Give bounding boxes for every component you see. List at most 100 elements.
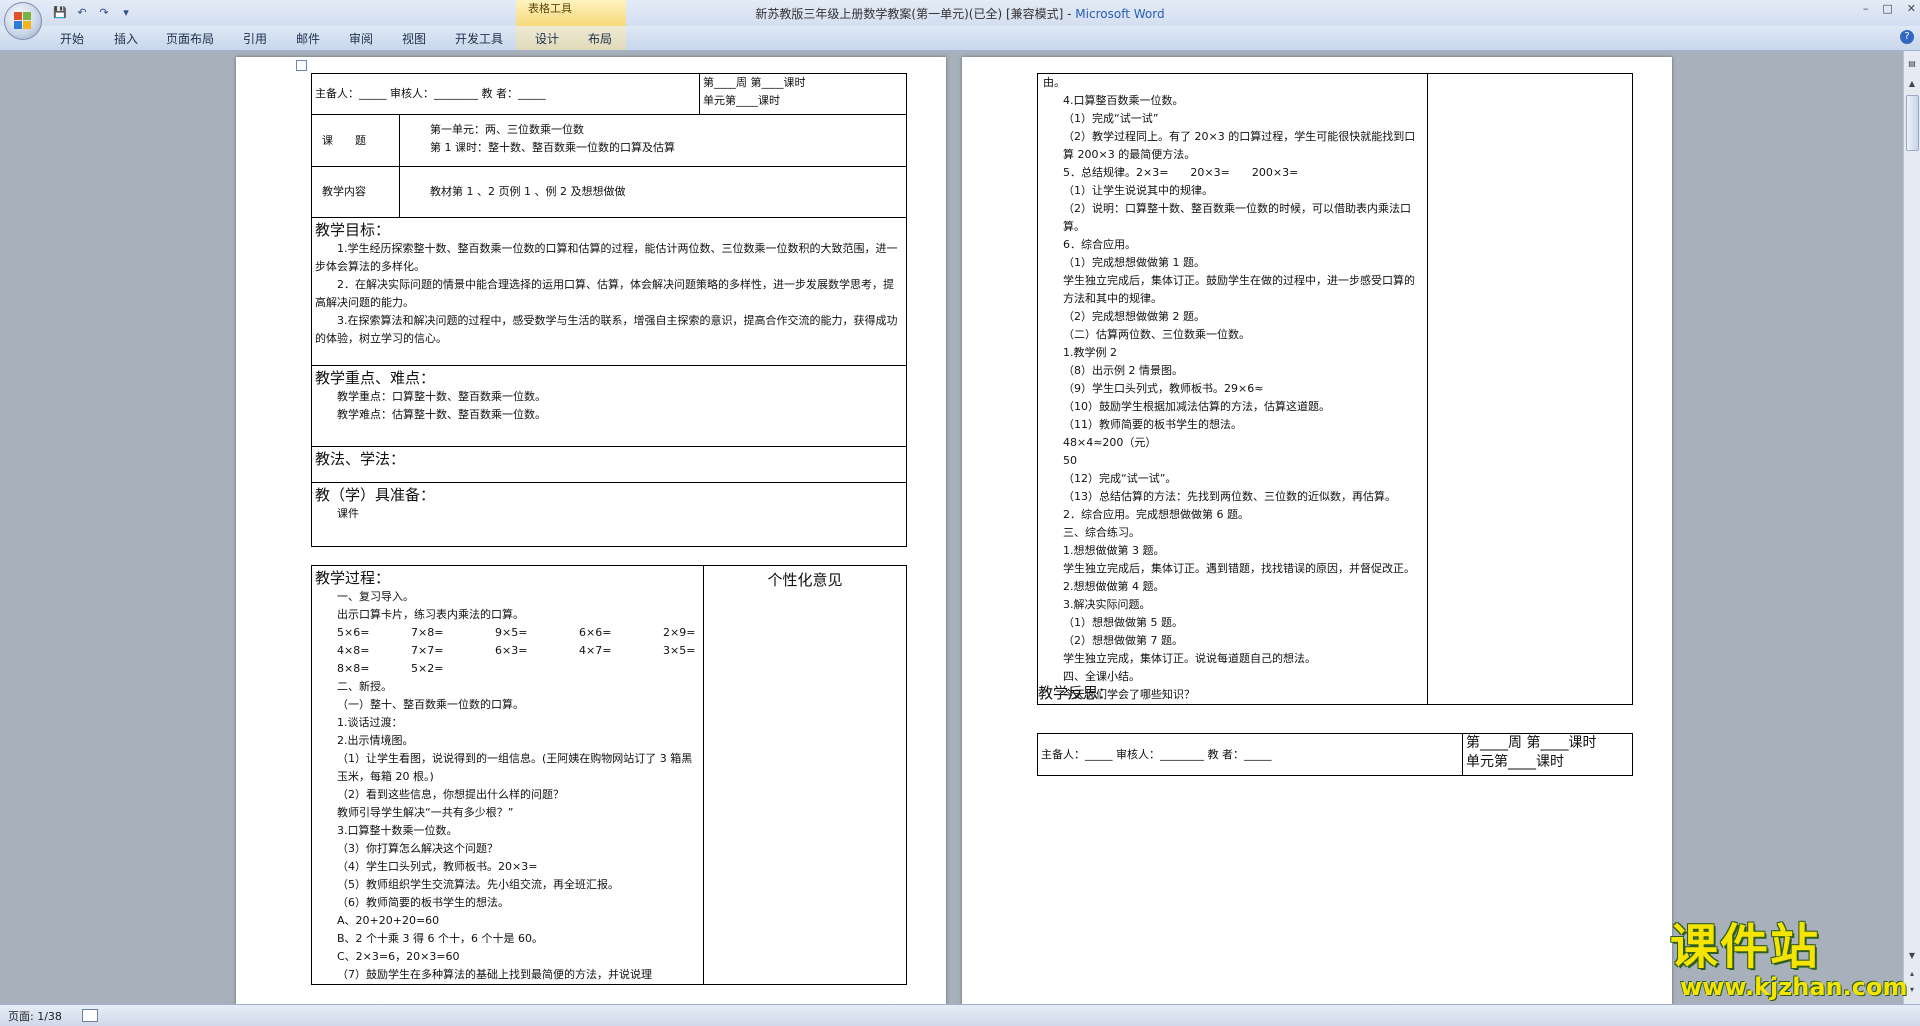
process-line: 1.教学例 2 — [1063, 346, 1117, 359]
process-line: 50 — [1063, 454, 1077, 467]
keypoint-item: 教学难点：估算整十数、整百数乘一位数。 — [337, 408, 546, 421]
tools-value: 课件 — [337, 507, 359, 520]
restore-icon[interactable]: □ — [1882, 2, 1892, 15]
process-line: 二、新授。 — [337, 680, 392, 693]
process-line: 2.出示情境图。 — [337, 734, 414, 747]
tab-page-layout[interactable]: 页面布局 — [166, 30, 214, 47]
process-line: （12）完成“试一试”。 — [1063, 472, 1177, 485]
process-line: 5．总结规律。2×3= 20×3= 200×3= — [1063, 166, 1299, 179]
content-value: 教材第 1 、2 页例 1 、例 2 及想想做做 — [430, 185, 626, 198]
footer-table: 主备人：_____ 审核人：________ 教 者：_____ 第____周 … — [1037, 733, 1633, 776]
tab-references[interactable]: 引用 — [243, 30, 267, 47]
goals-cell[interactable]: 教学目标： 1.学生经历探索整十数、整百数乘一位数的口算和估算的过程，能估计两位… — [311, 217, 907, 366]
vertical-scrollbar[interactable]: ▤ ▲ ▼ ▴ ▾ — [1903, 51, 1920, 1004]
method-cell[interactable]: 教法、学法： — [311, 446, 907, 483]
process-line: （二）估算两位数、三位数乘一位数。 — [1063, 328, 1250, 341]
process-line: （5）教师组织学生交流算法。先小组交流，再全班汇报。 — [337, 878, 619, 891]
footer-unit: 单元第____课时 — [1466, 754, 1564, 770]
process-line: 学生独立完成后，集体订正。遇到错题，找找错误的原因，并督促改正。 — [1063, 562, 1415, 575]
process-line: （1）完成“试一试” — [1063, 112, 1159, 125]
next-page-icon[interactable]: ▾ — [1907, 985, 1917, 995]
reflection-title: 教学反思： — [1038, 684, 1114, 702]
office-button[interactable] — [4, 2, 42, 40]
process-line: （2）教学过程同上。有了 20×3 的口算过程，学生可能很快就能找到口算 200… — [1063, 130, 1416, 161]
process-line: （8）出示例 2 情景图。 — [1063, 364, 1183, 377]
scroll-up-icon[interactable]: ▲ — [1907, 79, 1917, 89]
topic-line: 第 1 课时：整十数、整百数乘一位数的口算及估算 — [430, 141, 675, 154]
oral-item: 6×3= — [495, 644, 528, 657]
ruler-toggle-icon[interactable]: ▤ — [1907, 59, 1917, 69]
process-line: C、2×3=6，20×3=60 — [337, 950, 460, 963]
method-title: 教法、学法： — [315, 450, 406, 468]
scroll-down-icon[interactable]: ▼ — [1907, 951, 1917, 961]
tab-insert[interactable]: 插入 — [114, 30, 138, 47]
process-line: （10）鼓励学生根据加减法估算的方法，估算这道题。 — [1063, 400, 1330, 413]
previous-page-icon[interactable]: ▴ — [1907, 969, 1917, 979]
oral-item: 4×7= — [579, 644, 612, 657]
continued-opinion-cell[interactable] — [1427, 73, 1633, 705]
topic-line: 第一单元：两、三位数乘一位数 — [430, 123, 584, 136]
oral-item: 5×2= — [411, 662, 444, 675]
minimize-icon[interactable]: – — [1863, 2, 1869, 15]
tools-cell[interactable]: 教（学）具准备： 课件 — [311, 482, 907, 547]
week-cell[interactable]: 第____周 第____课时 单元第____课时 — [699, 73, 907, 115]
scroll-thumb[interactable] — [1906, 95, 1919, 151]
continued-process-cell[interactable]: 由。 4.口算整百数乘一位数。 （1）完成“试一试” （2）教学过程同上。有了 20×… — [1037, 73, 1428, 705]
oral-item: 9×5= — [495, 626, 528, 639]
page-1: 主备人：_____ 审核人：________ 教 者：_____ 第____周 … — [236, 57, 946, 1004]
process-line: 1.谈话过渡： — [337, 716, 403, 729]
page-2: 由。 4.口算整百数乘一位数。 （1）完成“试一试” （2）教学过程同上。有了 20×… — [962, 57, 1672, 1004]
process-line: 3.口算整十数乘一位数。 — [337, 824, 458, 837]
process-line: （1）让学生说说其中的规律。 — [1063, 184, 1213, 197]
office-logo-icon — [14, 12, 32, 30]
keypoint-item: 教学重点：口算整十数、整百数乘一位数。 — [337, 390, 546, 403]
help-icon[interactable]: ? — [1900, 30, 1914, 44]
footer-week-cell[interactable]: 第____周 第____课时 单元第____课时 — [1462, 733, 1633, 776]
process-cell[interactable]: 教学过程： 一、复习导入。 出示口算卡片，练习表内乘法的口算。 5×6= 7×8=… — [311, 565, 704, 985]
page-count[interactable]: 页面: 1/38 — [8, 1008, 62, 1024]
process-line: 出示口算卡片，练习表内乘法的口算。 — [337, 608, 524, 621]
oral-item: 6×6= — [579, 626, 612, 639]
continued-table: 由。 4.口算整百数乘一位数。 （1）完成“试一试” （2）教学过程同上。有了 20×… — [1037, 73, 1633, 705]
window-controls: – □ ✕ — [1863, 2, 1916, 15]
topic-value-cell[interactable]: 第一单元：两、三位数乘一位数 第 1 课时：整十数、整百数乘一位数的口算及估算 — [399, 114, 907, 167]
process-table: 教学过程： 一、复习导入。 出示口算卡片，练习表内乘法的口算。 5×6= 7×8=… — [311, 565, 907, 985]
process-line: （1）让学生看图，说说得到的一组信息。(王阿姨在购物网站订了 3 箱黑玉米，每箱… — [337, 752, 693, 783]
personal-opinion-cell[interactable]: 个性化意见 — [703, 565, 907, 985]
goal-item: 2．在解决实际问题的情景中能合理选择的运用口算、估算，体会解决问题策略的多样性，… — [315, 278, 894, 309]
oral-item: 8×8= — [337, 662, 370, 675]
oral-item: 3×5= — [663, 644, 696, 657]
process-line: 48×4≈200（元） — [1063, 436, 1157, 449]
footer-week: 第____周 第____课时 — [1466, 735, 1597, 751]
process-line: 由。 — [1043, 76, 1065, 89]
proofing-icon[interactable] — [82, 1009, 98, 1022]
footer-preparer-cell[interactable]: 主备人：_____ 审核人：________ 教 者：_____ — [1037, 733, 1463, 776]
process-line: （4）学生口头列式，教师板书。20×3= — [337, 860, 538, 873]
oral-item: 7×7= — [411, 644, 444, 657]
content-label-cell: 教学内容 — [311, 166, 400, 218]
table-move-handle[interactable] — [296, 60, 307, 71]
process-line: （2）想想做做第 7 题。 — [1063, 634, 1183, 647]
process-line: 2.想想做做第 4 题。 — [1063, 580, 1165, 593]
oral-item: 5×6= — [337, 626, 370, 639]
tab-mailings[interactable]: 邮件 — [296, 30, 320, 47]
process-line: （13）总结估算的方法：先找到两位数、三位数的近似数，再估算。 — [1063, 490, 1396, 503]
topic-label-cell: 课 题 — [311, 114, 400, 167]
content-value-cell[interactable]: 教材第 1 、2 页例 1 、例 2 及想想做做 — [399, 166, 907, 218]
tools-title: 教（学）具准备： — [315, 486, 436, 504]
process-line: （1）完成想想做做第 1 题。 — [1063, 256, 1205, 269]
tab-review[interactable]: 审阅 — [349, 30, 373, 47]
close-icon[interactable]: ✕ — [1907, 2, 1916, 15]
tab-developer[interactable]: 开发工具 — [455, 30, 503, 47]
process-line: （9）学生口头列式，教师板书。29×6≈ — [1063, 382, 1264, 395]
process-line: B、2 个十乘 3 得 6 个十，6 个十是 60。 — [337, 932, 544, 945]
keypoints-cell[interactable]: 教学重点、难点： 教学重点：口算整十数、整百数乘一位数。 教学难点：估算整十数、… — [311, 365, 907, 447]
preparer-cell[interactable]: 主备人：_____ 审核人：________ 教 者：_____ — [311, 73, 700, 115]
process-line: （7）鼓励学生在多种算法的基础上找到最简便的方法，并说说理 — [337, 968, 652, 981]
tab-home[interactable]: 开始 — [60, 30, 84, 47]
watermark-title: 课件站 — [1670, 919, 1821, 975]
tab-view[interactable]: 视图 — [402, 30, 426, 47]
tab-layout[interactable]: 布局 — [588, 30, 612, 47]
tab-design[interactable]: 设计 — [535, 30, 559, 47]
process-line: （2）说明：口算整十数、整百数乘一位数的时候，可以借助表内乘法口算。 — [1063, 202, 1411, 233]
